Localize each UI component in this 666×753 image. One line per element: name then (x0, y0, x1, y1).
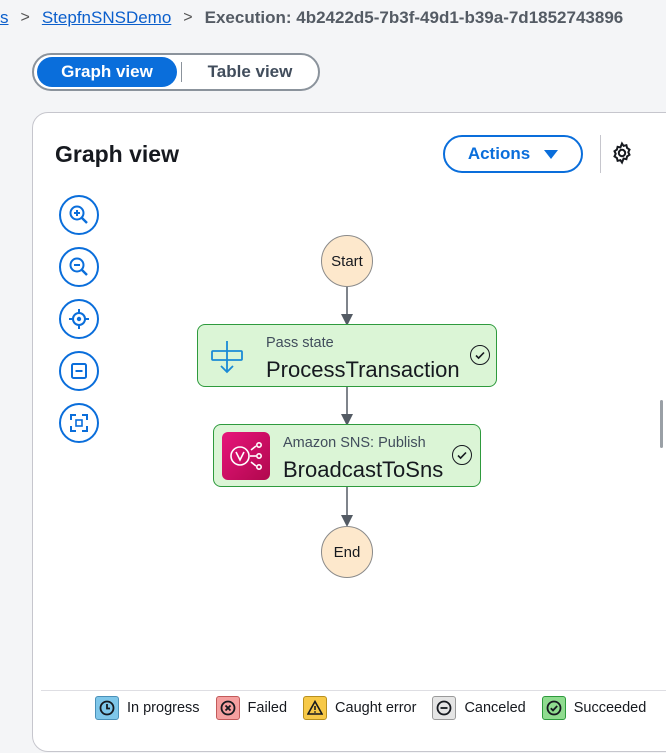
state-name-label: BroadcastToSns (283, 457, 444, 482)
view-toggle: Graph view Table view (32, 53, 320, 91)
x-circle-icon (215, 696, 240, 720)
state-node-broadcast-to-sns[interactable]: Amazon SNS: Publish BroadcastToSns (213, 424, 481, 487)
state-type-label: Pass state (266, 335, 334, 351)
start-label: Start (331, 252, 363, 270)
success-check-icon (452, 445, 472, 465)
state-node-process-transaction[interactable]: Pass state ProcessTransaction (197, 324, 497, 387)
state-name-label: ProcessTransaction (266, 357, 460, 382)
state-type-label: Amazon SNS: Publish (283, 435, 426, 451)
minus-circle-icon (432, 696, 457, 720)
legend-in-progress: In progress (95, 696, 200, 720)
status-legend: In progress Failed Caught error Canceled… (95, 696, 662, 720)
legend-label: Canceled (464, 700, 526, 716)
table-view-toggle[interactable]: Table view (182, 57, 318, 87)
pass-state-icon (211, 341, 243, 374)
end-label: End (333, 543, 361, 561)
clock-icon (95, 696, 119, 720)
breadcrumb-separator-icon: > (183, 9, 193, 26)
breadcrumb-state-machine-link[interactable]: StepfnSNSDemo (42, 8, 171, 28)
legend-label: Caught error (335, 700, 417, 716)
legend-label: In progress (127, 700, 200, 716)
start-node[interactable]: Start (321, 235, 373, 287)
legend-succeeded: Succeeded (541, 696, 647, 720)
legend-label: Succeeded (573, 700, 647, 716)
success-check-icon (470, 345, 490, 365)
breadcrumb-current: Execution: 4b2422d5-7b3f-49d1-b39a-7d185… (204, 8, 624, 27)
breadcrumb: s > StepfnSNSDemo > Execution: 4b2422d5-… (0, 0, 666, 36)
legend-caught-error: Caught error (303, 696, 416, 720)
graph-panel: Graph view Actions Start Pass state Proc… (32, 112, 666, 752)
legend-divider (41, 690, 666, 691)
legend-canceled: Canceled (432, 696, 526, 720)
graph-view-toggle[interactable]: Graph view (37, 57, 177, 87)
scrollbar-thumb[interactable] (660, 400, 663, 448)
breadcrumb-separator-icon: > (20, 9, 30, 26)
check-circle-icon (541, 696, 566, 720)
legend-failed: Failed (215, 696, 288, 720)
sns-publish-icon (222, 432, 270, 480)
breadcrumb-partial-link[interactable]: s (0, 8, 9, 28)
legend-label: Failed (247, 700, 288, 716)
warning-icon (303, 696, 328, 720)
end-node[interactable]: End (321, 526, 373, 578)
